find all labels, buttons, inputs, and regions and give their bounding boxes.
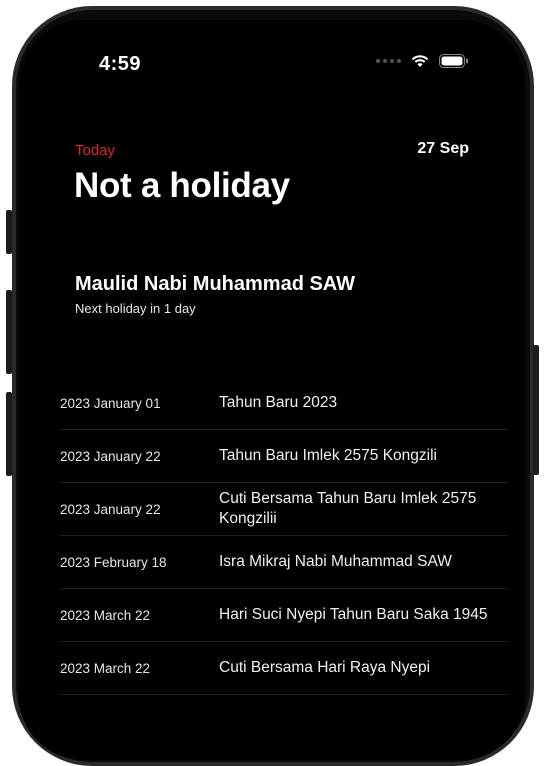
status-time: 4:59 — [99, 53, 142, 75]
list-item[interactable]: 2023 January 22 Cuti Bersama Tahun Baru … — [60, 483, 508, 536]
holiday-name: Tahun Baru Imlek 2575 Kongzili — [219, 447, 437, 464]
list-item[interactable]: 2023 March 22 Hari Suci Nyepi Tahun Baru… — [60, 589, 508, 642]
silent-switch — [6, 210, 12, 254]
signal-icon — [376, 59, 401, 63]
next-holiday-countdown: Next holiday in 1 day — [75, 301, 196, 316]
current-date: 27 Sep — [417, 140, 469, 157]
power-button — [533, 345, 539, 475]
wifi-icon — [411, 55, 429, 67]
holiday-date: 2023 March 22 — [60, 607, 151, 623]
holiday-date: 2023 January 22 — [60, 448, 161, 464]
next-holiday-name: Maulid Nabi Muhammad SAW — [75, 273, 356, 295]
phone-screen: 4:59 Today 27 Sep Not a holiday Maulid N… — [19, 20, 525, 760]
holiday-date: 2023 February 18 — [60, 554, 167, 570]
holiday-name: Hari Suci Nyepi Tahun Baru Saka 1945 — [219, 606, 488, 623]
list-item[interactable]: 2023 January 01 Tahun Baru 2023 — [60, 377, 508, 430]
holiday-date: 2023 January 22 — [60, 501, 161, 517]
holiday-date: 2023 January 01 — [60, 395, 161, 411]
volume-down-button — [6, 392, 12, 476]
volume-up-button — [6, 290, 12, 374]
holiday-name: Tahun Baru 2023 — [219, 394, 338, 411]
status-icons — [376, 54, 469, 68]
battery-icon — [439, 54, 468, 68]
list-item[interactable]: 2023 January 22 Tahun Baru Imlek 2575 Ko… — [60, 430, 508, 483]
holiday-list: 2023 January 01 Tahun Baru 2023 2023 Jan… — [60, 377, 508, 695]
list-item[interactable]: 2023 March 22 Cuti Bersama Hari Raya Nye… — [60, 642, 508, 695]
holiday-name: Isra Mikraj Nabi Muhammad SAW — [219, 553, 452, 570]
holiday-date: 2023 March 22 — [60, 660, 151, 676]
today-label: Today — [75, 142, 116, 159]
holiday-status-title: Not a holiday — [74, 166, 290, 205]
holiday-name: Cuti Bersama Hari Raya Nyepi — [219, 659, 431, 676]
holiday-name: Cuti Bersama Tahun Baru Imlek 2575 Kongz… — [219, 490, 477, 527]
list-item[interactable]: 2023 February 18 Isra Mikraj Nabi Muhamm… — [60, 536, 508, 589]
